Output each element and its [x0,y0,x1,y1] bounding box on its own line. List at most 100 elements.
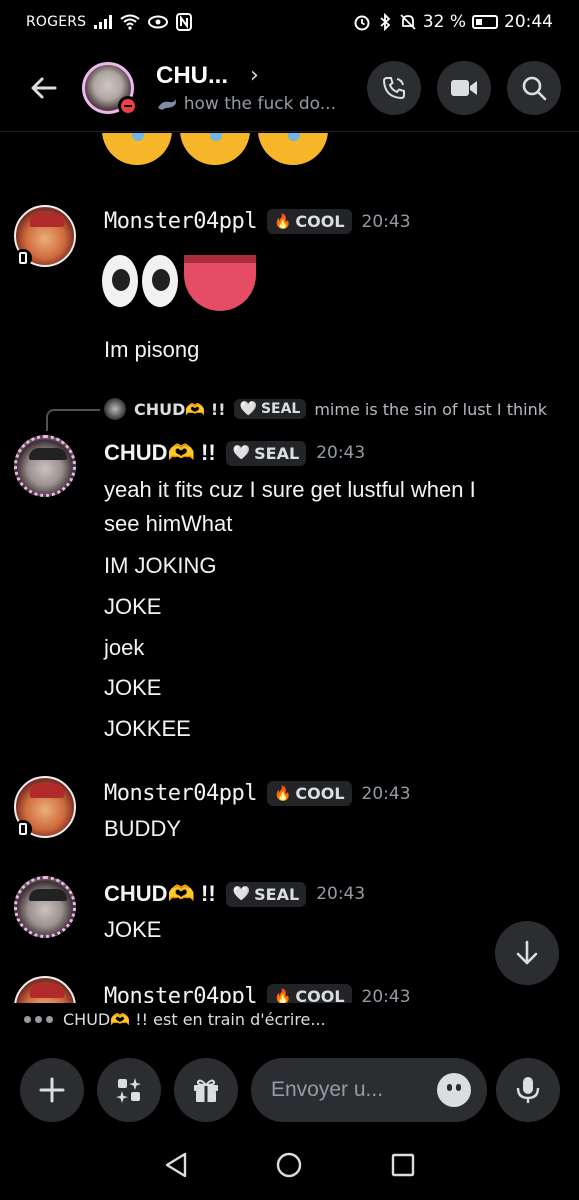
guild-tag[interactable]: 🔥 COOL [266,781,352,806]
username[interactable]: Monster04ppl [104,984,257,1003]
carrier-name: ROGERS [26,14,87,30]
message-text[interactable]: IM JOKING [104,553,216,579]
voice-message-button[interactable] [496,1058,560,1122]
typing-indicator: CHUD🫶 !! est en train d'écrire... [24,1010,326,1029]
fire-icon: 🔥 [273,988,292,1004]
search-icon [522,76,547,100]
username[interactable]: Monster04ppl [104,781,257,806]
microphone-icon [516,1077,540,1103]
fire-icon: 🔥 [273,785,292,802]
reply-guild-tag: 🤍 SEAL [233,399,307,419]
mobile-status-icon [14,249,32,267]
video-camera-icon [451,79,477,96]
wifi-icon [120,13,140,31]
voice-call-button[interactable] [367,60,421,115]
seal-icon [157,98,176,110]
reply-avatar [104,398,126,420]
guild-tag[interactable]: 🤍 SEAL [225,440,307,466]
timestamp: 20:43 [316,884,366,904]
chevron-right-icon: › [250,63,259,88]
avatar[interactable] [14,776,76,838]
header-info[interactable]: CHU... › how the fuck do... [156,62,336,114]
video-call-button[interactable] [437,60,491,115]
message-text[interactable]: JOKE [104,675,161,701]
back-button[interactable] [20,64,68,112]
typing-text: CHUD🫶 !! est en train d'écrire... [63,1010,326,1029]
guild-tag[interactable]: 🔥 COOL [266,984,352,1004]
message-header: CHUD🫶 !! 🤍 SEAL 20:43 [104,440,365,466]
reply-preview[interactable]: CHUD🫶 !! 🤍 SEAL mime is the sin of lust I… [104,398,547,420]
typing-dots-icon [24,1016,53,1023]
message-text[interactable]: Im pisong [104,337,199,363]
timestamp: 20:43 [316,443,366,463]
system-navigation-bar [0,1130,579,1200]
message-text[interactable]: BUDDY [104,816,181,842]
eye-icon [148,13,169,31]
mobile-status-icon [14,820,32,838]
avatar[interactable] [14,876,76,938]
header-avatar[interactable] [82,61,138,116]
alarm-icon [353,13,371,31]
message-header: Monster04ppl 🔥 COOL 20:43 [104,781,411,806]
apps-icon [116,1078,141,1103]
drooling-face-emoji [102,133,172,165]
channel-header: CHU... › how the fuck do... [0,44,579,132]
reply-connector [46,409,100,431]
battery-icon [472,15,498,29]
battery-percent: 32 % [422,12,466,32]
arrow-left-icon [31,77,57,98]
timestamp: 20:43 [361,783,411,804]
username[interactable]: CHUD🫶 !! [104,440,216,466]
guild-tag[interactable]: 🤍 SEAL [225,881,307,907]
reply-author: CHUD🫶 !! [134,399,226,419]
mute-bell-icon [399,13,417,31]
signal-icon [94,13,113,31]
clock: 20:44 [504,12,553,32]
username[interactable]: Monster04ppl [104,209,257,234]
tongue-emoji [184,255,256,311]
jump-to-bottom-button[interactable] [495,921,559,985]
gift-icon [194,1079,218,1102]
timestamp: 20:43 [361,986,411,1004]
add-attachment-button[interactable] [20,1058,84,1122]
dnd-status-icon [118,95,138,116]
message-text[interactable]: see himWhat [104,511,232,537]
avatar[interactable] [14,976,76,1003]
drooling-face-emoji [258,133,328,165]
guild-tag[interactable]: 🔥 COOL [266,209,352,234]
message-text[interactable]: JOKE [104,594,161,620]
message-text[interactable]: JOKE [104,917,161,943]
nav-home-icon[interactable] [275,1151,303,1179]
emoji-message[interactable] [102,255,256,311]
message-header: Monster04ppl 🔥 COOL 20:43 [104,209,411,234]
gift-button[interactable] [174,1058,238,1122]
heart-icon: 🤍 [239,401,257,417]
message-text[interactable]: JOKKEE [104,716,191,742]
nav-recents-icon[interactable] [390,1152,416,1178]
apps-button[interactable] [97,1058,161,1122]
message-header: CHUD🫶 !! 🤍 SEAL 20:43 [104,881,365,907]
cut-off-emoji-row [102,133,328,165]
message-input[interactable] [271,1078,411,1102]
message-text[interactable]: joek [104,635,144,661]
username[interactable]: CHUD🫶 !! [104,881,216,907]
emoji-picker-icon[interactable] [437,1073,471,1107]
avatar[interactable] [14,435,76,497]
message-text[interactable]: yeah it fits cuz I sure get lustful when… [104,477,476,503]
message-input-box[interactable] [251,1058,487,1122]
phone-icon [382,76,405,99]
drooling-face-emoji [180,133,250,165]
nfc-icon [176,13,193,31]
custom-status: how the fuck do... [183,93,336,114]
fire-icon: 🔥 [273,213,292,230]
message-header: Monster04ppl 🔥 COOL 20:43 [104,984,411,1003]
status-bar: ROGERS 32 % 20:44 [0,0,579,44]
bluetooth-icon [377,13,393,31]
search-button[interactable] [507,60,561,115]
nav-back-icon[interactable] [163,1151,189,1179]
message-composer [0,1058,579,1122]
heart-icon: 🤍 [232,886,251,902]
message-list[interactable]: Monster04ppl 🔥 COOL 20:43 Im pisong CHUD🫶… [0,133,579,1003]
avatar[interactable] [14,205,76,267]
plus-icon [39,1077,65,1103]
